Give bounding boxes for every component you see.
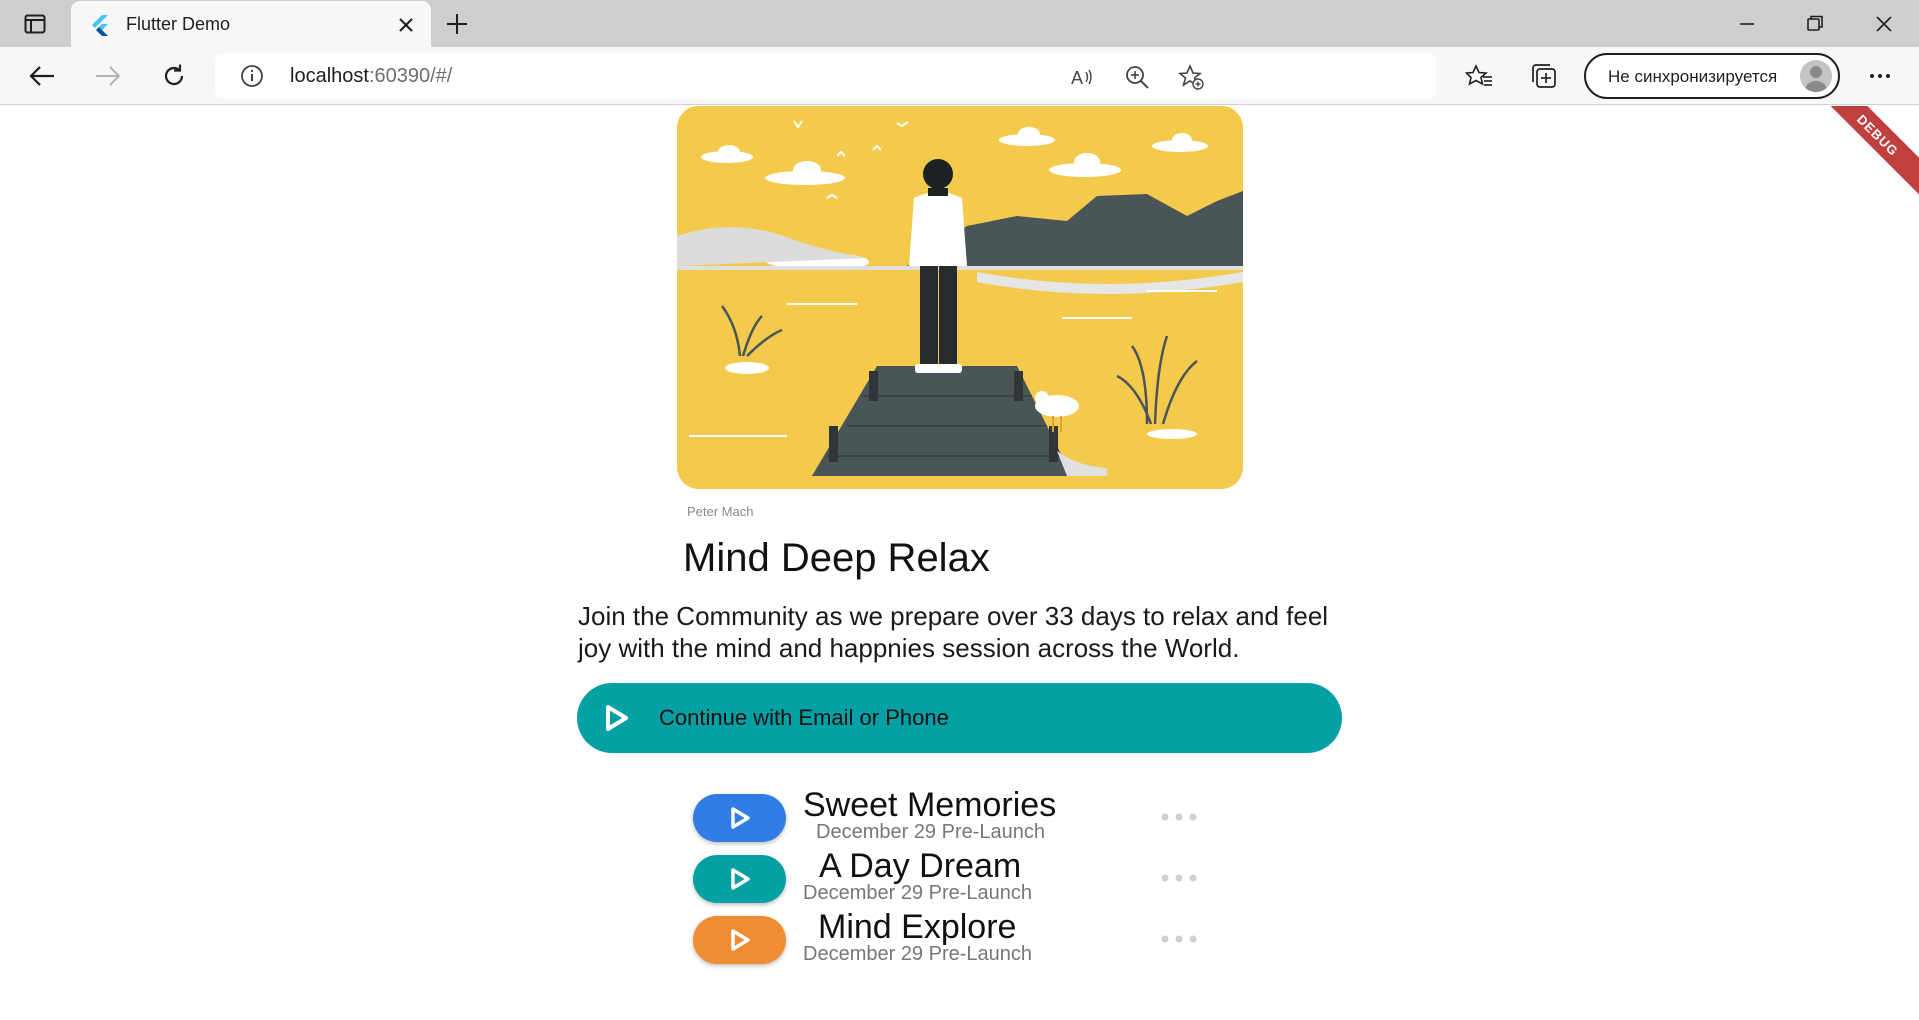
play-icon xyxy=(606,705,628,731)
read-aloud-icon[interactable]: A xyxy=(1069,63,1097,91)
collections-icon xyxy=(1532,64,1556,88)
more-dots-icon[interactable] xyxy=(1160,933,1200,945)
page-viewport: DEBUG Peter Mach Mind Deep Relax Join th… xyxy=(0,106,1919,1020)
collections-button[interactable] xyxy=(1526,58,1562,94)
track-subtitle: December 29 Pre-Launch xyxy=(816,821,1046,843)
browser-tabbar: Flutter Demo xyxy=(0,0,1919,48)
tab-actions-icon xyxy=(24,14,46,34)
back-button[interactable] xyxy=(24,58,60,94)
track-subtitle: December 29 Pre-Launch xyxy=(803,943,1033,965)
more-dots-icon[interactable] xyxy=(1160,872,1200,884)
track-name: Sweet Memories xyxy=(803,786,1057,824)
forward-button[interactable] xyxy=(90,58,126,94)
new-tab-icon[interactable] xyxy=(442,9,472,39)
close-window-icon[interactable] xyxy=(1871,12,1897,36)
favorites-icon xyxy=(1465,64,1492,86)
play-icon xyxy=(730,929,750,951)
play-icon xyxy=(730,868,750,890)
image-credit: Peter Mach xyxy=(687,504,754,519)
add-favorite-icon[interactable] xyxy=(1177,63,1205,91)
debug-banner: DEBUG xyxy=(1801,106,1919,212)
hero-illustration xyxy=(677,106,1243,489)
minimize-icon[interactable] xyxy=(1734,12,1760,36)
track-subtitle: December 29 Pre-Launch xyxy=(803,882,1033,904)
favorites-button[interactable] xyxy=(1461,58,1497,94)
flutter-logo-icon xyxy=(92,15,108,36)
track-name: Mind Explore xyxy=(818,908,1017,946)
more-dots-icon[interactable] xyxy=(1160,811,1200,823)
close-tab-icon[interactable] xyxy=(395,14,417,36)
track-item-a-day-dream[interactable]: A Day Dream December 29 Pre-Launch xyxy=(693,847,1293,908)
back-arrow-icon xyxy=(29,66,54,86)
relaxing-person-illustration xyxy=(677,106,1243,489)
track-item-mind-explore[interactable]: Mind Explore December 29 Pre-Launch xyxy=(693,908,1293,969)
browser-tab[interactable]: Flutter Demo xyxy=(71,1,431,48)
sync-status-label: Не синхронизируется xyxy=(1608,67,1778,86)
more-options-icon[interactable] xyxy=(1862,58,1898,94)
url-path: :60390/#/ xyxy=(368,65,453,87)
browser-toolbar: localhost:60390/#/ A Не синхронизируется xyxy=(0,47,1919,105)
track-name: A Day Dream xyxy=(819,847,1022,885)
profile-avatar-icon xyxy=(1805,66,1827,92)
zoom-icon[interactable] xyxy=(1123,63,1151,91)
site-info-icon[interactable] xyxy=(240,64,264,88)
sync-profile-button[interactable]: Не синхронизируется xyxy=(1584,53,1840,99)
avatar xyxy=(1800,60,1832,92)
address-bar[interactable]: localhost:60390/#/ A xyxy=(215,54,1436,98)
refresh-icon xyxy=(164,64,184,86)
track-item-sweet-memories[interactable]: Sweet Memories December 29 Pre-Launch xyxy=(693,786,1293,847)
play-icon xyxy=(730,807,750,829)
track-play-button[interactable] xyxy=(693,855,786,903)
page-title: Mind Deep Relax xyxy=(683,536,990,580)
url-text[interactable]: localhost:60390/#/ xyxy=(290,65,452,88)
track-play-button[interactable] xyxy=(693,794,786,842)
page-description: Join the Community as we prepare over 33… xyxy=(578,601,1329,663)
restore-icon[interactable] xyxy=(1802,12,1828,36)
url-host: localhost xyxy=(290,65,369,87)
continue-button-label: Continue with Email or Phone xyxy=(659,705,949,730)
tab-actions-button[interactable] xyxy=(14,10,56,38)
track-play-button[interactable] xyxy=(693,916,786,964)
svg-text:A: A xyxy=(1071,68,1083,88)
forward-arrow-icon xyxy=(96,66,121,86)
tab-title: Flutter Demo xyxy=(126,14,231,34)
continue-button[interactable]: Continue with Email or Phone xyxy=(577,683,1342,753)
refresh-button[interactable] xyxy=(156,58,192,94)
